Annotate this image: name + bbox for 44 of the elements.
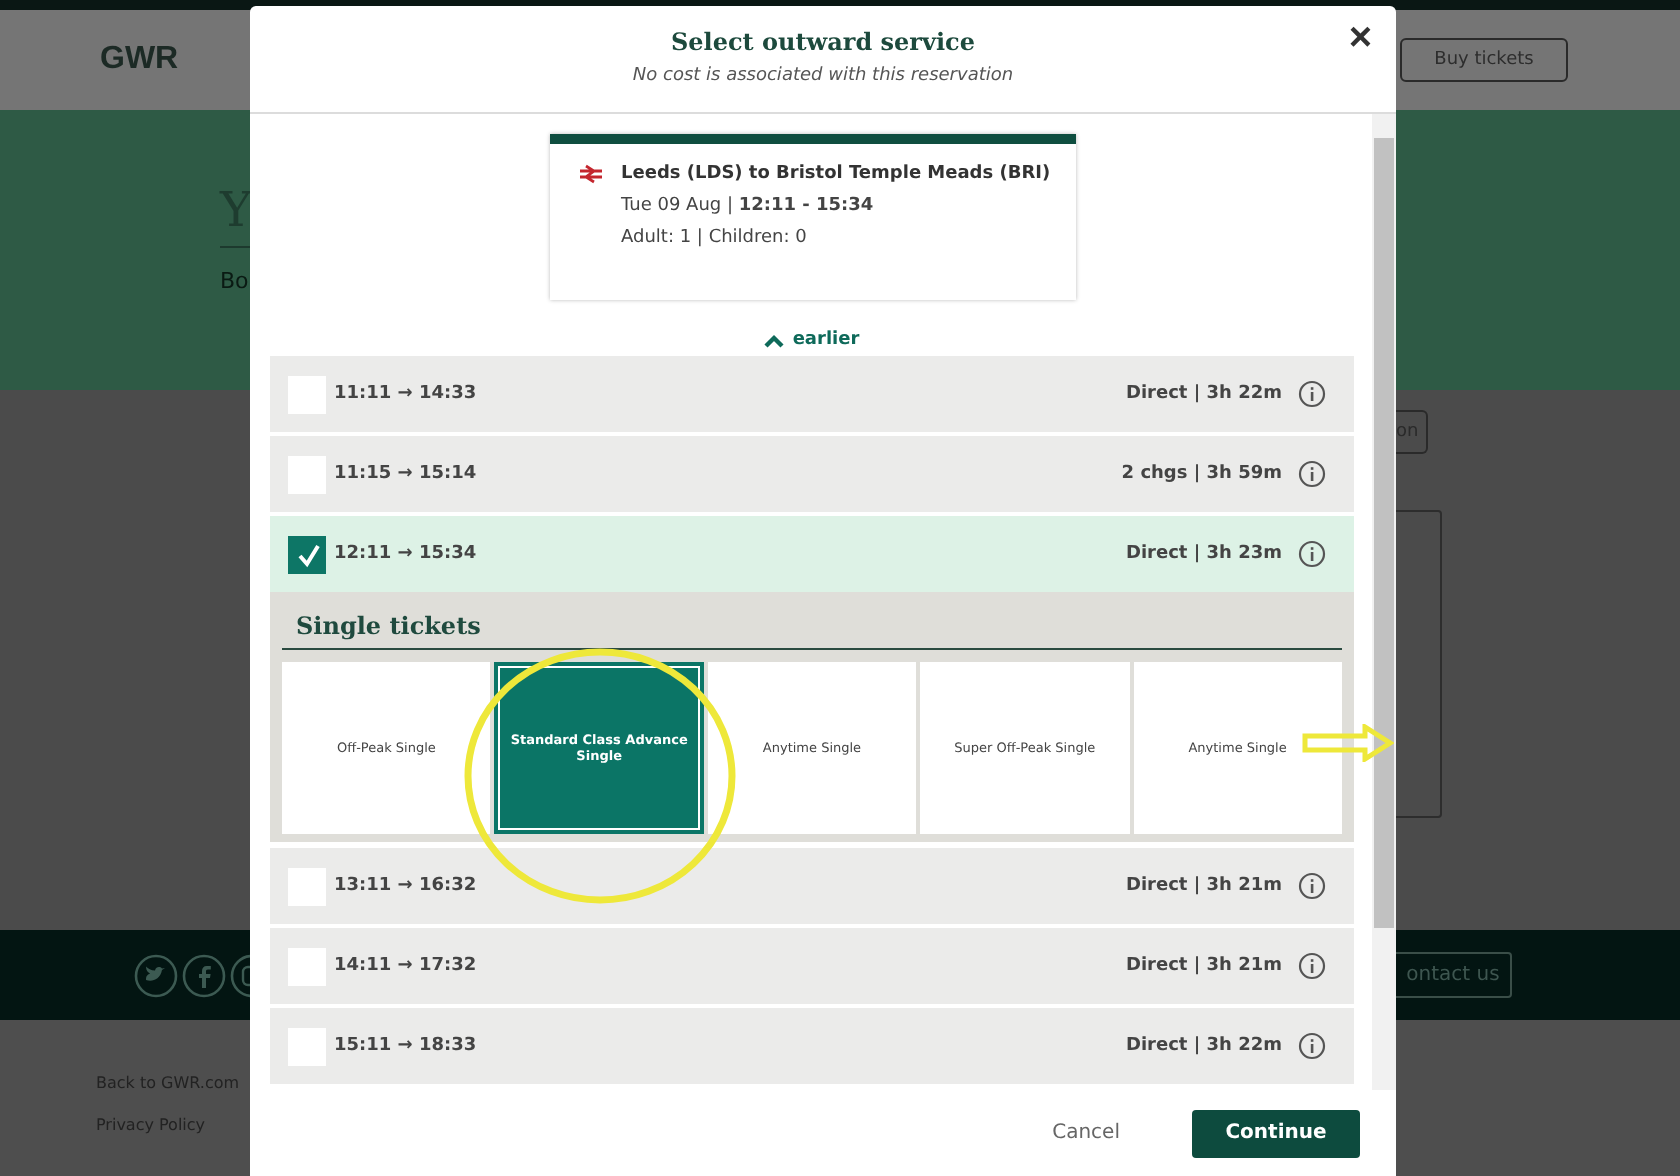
cancel-button[interactable]: Cancel xyxy=(1040,1122,1132,1144)
intro-text: Bo xyxy=(220,268,250,294)
info-icon xyxy=(1298,1032,1326,1060)
tickets-heading: Single tickets xyxy=(282,612,1342,650)
checkbox[interactable] xyxy=(288,535,326,573)
continue-button[interactable]: Continue xyxy=(1192,1109,1360,1157)
service-times: 15:11 → 18:33 xyxy=(334,1036,479,1056)
check-icon xyxy=(293,540,321,568)
service-row[interactable]: 15:11 → 18:33 Direct | 3h 22m xyxy=(270,1008,1354,1084)
service-info: Direct | 3h 23m xyxy=(1126,544,1282,564)
service-row[interactable]: 13:11 → 16:32 Direct | 3h 21m xyxy=(270,848,1354,924)
service-times: 11:11 → 14:33 xyxy=(334,384,479,404)
dialog-title: Select outward service xyxy=(671,28,975,56)
service-info: Direct | 3h 21m xyxy=(1126,956,1282,976)
service-times: 13:11 → 16:32 xyxy=(334,876,479,896)
service-row[interactable]: 14:11 → 17:32 Direct | 3h 21m xyxy=(270,928,1354,1004)
facebook-icon xyxy=(182,953,226,997)
service-info: 2 chgs | 3h 59m xyxy=(1121,464,1282,484)
dialog-subtitle: No cost is associated with this reservation xyxy=(632,66,1014,86)
rail-icon xyxy=(577,164,603,184)
route-text: Leeds (LDS) to Bristol Temple Meads (BRI) xyxy=(621,164,1051,184)
info-icon xyxy=(1298,380,1326,408)
info-icon xyxy=(1298,540,1326,568)
service-row[interactable]: 11:15 → 15:14 2 chgs | 3h 59m xyxy=(270,436,1354,512)
service-info: Direct | 3h 21m xyxy=(1126,876,1282,896)
service-times: 14:11 → 17:32 xyxy=(334,956,479,976)
info-icon xyxy=(1298,952,1326,980)
service-row[interactable]: 11:11 → 14:33 Direct | 3h 22m xyxy=(270,356,1354,432)
date-text: Tue 09 Aug | 12:11 - 15:34 xyxy=(621,196,876,216)
service-times: 11:15 → 15:14 xyxy=(334,464,479,484)
info-icon xyxy=(1298,460,1326,488)
close-button[interactable]: × xyxy=(1348,18,1372,58)
service-times: 12:11 → 15:34 xyxy=(334,544,479,564)
twitter-icon xyxy=(134,953,178,997)
service-info: Direct | 3h 22m xyxy=(1126,384,1282,404)
chevron-up-icon xyxy=(764,333,785,347)
service-info: Direct | 3h 22m xyxy=(1126,1036,1282,1056)
service-row[interactable]: 12:11 → 15:34 Direct | 3h 23m xyxy=(270,516,1354,592)
arrow-drawing xyxy=(1302,724,1394,762)
passengers-text: Adult: 1 | Children: 0 xyxy=(621,228,809,248)
scrollbar-thumb[interactable] xyxy=(1374,138,1394,928)
earlier-link[interactable]: earlier xyxy=(742,330,882,350)
info-icon xyxy=(1298,872,1326,900)
scrollbar[interactable] xyxy=(1372,114,1396,1090)
